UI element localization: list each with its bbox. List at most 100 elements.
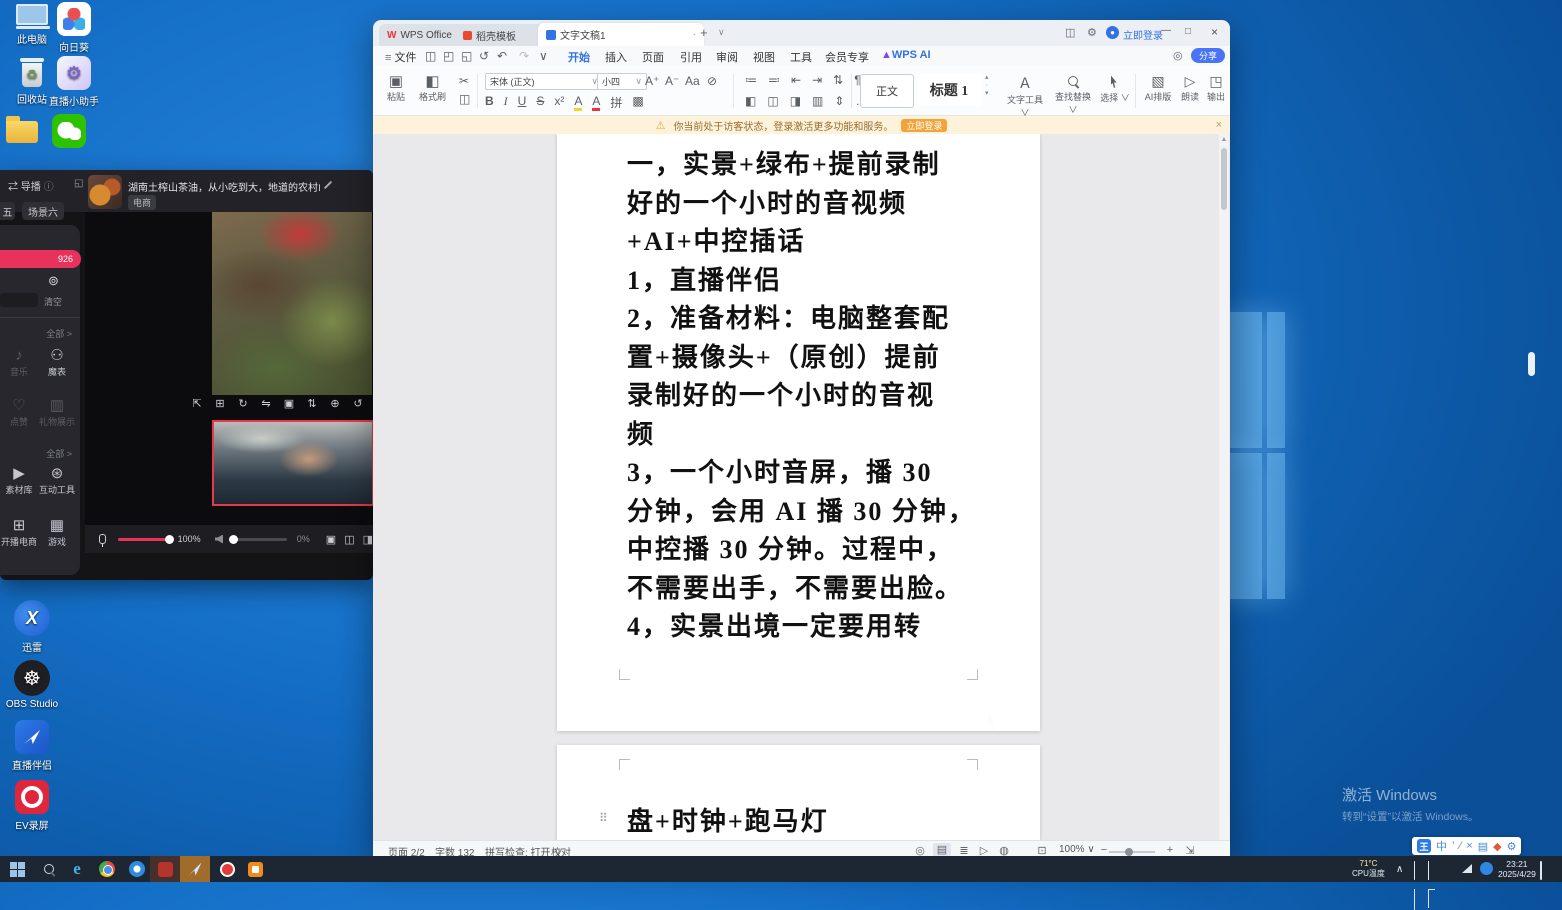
ime-logo-icon[interactable]: 王	[1417, 839, 1431, 853]
tab-docer[interactable]: 稻壳模板	[455, 24, 551, 46]
tool-magic[interactable]: ⚇ 魔表	[38, 347, 76, 378]
line-spacing-icon[interactable]: ⇕	[834, 94, 844, 108]
font-color-button[interactable]: A	[592, 94, 600, 111]
maximize-button[interactable]: □	[1185, 26, 1191, 37]
fullscreen-icon[interactable]: ⇱	[187, 397, 207, 410]
tool-media-library[interactable]: ▶ 素材库	[0, 465, 38, 496]
menu-insert[interactable]: 插入	[605, 49, 627, 65]
video-canvas[interactable]: ⇱ ⊞ ↻ ⇋ ▣ ⇅ ⊕ ↺	[85, 212, 373, 525]
tab-list-chevron[interactable]: ∨	[718, 27, 725, 38]
decrease-font-icon[interactable]: A⁻	[665, 74, 679, 88]
scroll-up-arrow[interactable]: ▲	[1219, 134, 1229, 146]
ime-toolbar[interactable]: 王 中 ’ ∕ × ▤ ◆ ⚙	[1412, 837, 1521, 855]
chat-input[interactable]	[0, 293, 38, 307]
align-center-icon[interactable]: ◫	[767, 94, 778, 108]
align-left-icon[interactable]: ◧	[745, 94, 756, 108]
tool-gift[interactable]: ▥ 礼物展示	[38, 397, 76, 428]
desktop-icon-xunlei[interactable]: X 迅雷	[2, 600, 62, 654]
tray-expand-chevron[interactable]: ∧	[1396, 864, 1403, 875]
indent-icon[interactable]: ⇥	[812, 73, 822, 87]
italic-button[interactable]: I	[504, 94, 508, 111]
menu-member[interactable]: 会员专享	[825, 49, 869, 65]
taskbar-browser360[interactable]	[122, 856, 152, 882]
scrollbar-thumb[interactable]	[1221, 148, 1227, 210]
ai-layout-button[interactable]: ▧ AI排版	[1141, 73, 1175, 103]
superscript-button[interactable]: x²	[554, 94, 564, 111]
increase-font-icon[interactable]: A⁺	[645, 74, 659, 88]
clear-format-icon[interactable]: ⊘	[707, 74, 717, 88]
undo-icon[interactable]: ↶	[497, 49, 507, 63]
panel-toggle-icon[interactable]: ◱	[74, 178, 83, 189]
pinyin-button[interactable]: 拼	[610, 94, 622, 111]
menu-page[interactable]: 页面	[642, 49, 664, 65]
text-direction-icon[interactable]: ⇅	[833, 73, 843, 87]
info-icon[interactable]: ⓘ	[44, 182, 54, 193]
taskbar-record-app[interactable]	[212, 856, 242, 882]
select-button[interactable]: 选择 ∨	[1099, 73, 1131, 104]
tool-game[interactable]: ▦ 游戏	[38, 517, 76, 548]
zoom-in-icon[interactable]: +	[1161, 844, 1179, 856]
all-link-1[interactable]: 全部 >	[30, 327, 72, 340]
video-source-selected[interactable]	[212, 420, 373, 506]
desktop-icon-wechat[interactable]	[52, 114, 86, 148]
settings-gear-icon[interactable]: ⚙	[1087, 26, 1097, 39]
text-tool-button[interactable]: Ａ 文字工具 ∨	[1005, 73, 1045, 119]
page-view-icon[interactable]: ▤	[933, 843, 951, 856]
tool-like[interactable]: ♡ 点赞	[0, 397, 38, 428]
tab-document[interactable]: 文字文稿1 ·	[538, 23, 704, 46]
align-right-icon[interactable]: ◨	[790, 94, 801, 108]
flip-icon[interactable]: ⇋	[256, 397, 276, 410]
style-normal[interactable]: 正文	[860, 74, 914, 108]
taskbar-chrome[interactable]	[92, 856, 122, 882]
menu-reference[interactable]: 引用	[680, 49, 702, 65]
notice-close-icon[interactable]: ×	[1216, 119, 1222, 131]
desktop-icon-remote[interactable]: 向日葵	[44, 2, 104, 54]
danmu-badge[interactable]: 926	[0, 250, 81, 268]
paste-button[interactable]: ▣ 粘贴	[387, 72, 405, 103]
notification-center-icon[interactable]	[1540, 862, 1542, 880]
reset-icon[interactable]: ↺	[348, 397, 368, 410]
tab-wps-home[interactable]: W WPS Office	[379, 24, 467, 46]
copy-icon[interactable]: ◫	[459, 92, 470, 106]
ime-handwrite-icon[interactable]: ∕	[1459, 840, 1461, 852]
zoom-slider[interactable]	[1109, 851, 1155, 853]
numbering-icon[interactable]: ≕	[768, 73, 780, 87]
taskbar-edge[interactable]: e	[62, 856, 92, 882]
bullets-icon[interactable]: ≔	[745, 73, 757, 87]
font-size-select[interactable]: 小四∨	[597, 73, 647, 90]
style-stepper[interactable]: ▴·▾	[985, 74, 989, 98]
share-button[interactable]: 分享	[1191, 48, 1225, 63]
minimize-button[interactable]: —	[1161, 25, 1171, 36]
bold-button[interactable]: B	[485, 94, 494, 111]
tool-interact[interactable]: ⊛ 互动工具	[38, 465, 76, 496]
director-nav[interactable]: ⇄ 导播 ⓘ	[8, 178, 54, 193]
redo-icon[interactable]: ↷	[519, 49, 529, 63]
login-link[interactable]: 立即登录	[1123, 27, 1163, 42]
document-area[interactable]: 一，实景+绿布+提前录制 好的一个小时的音视频 +AI+中控插话 1，直播伴侣 …	[373, 134, 1230, 840]
microphone-icon[interactable]	[99, 534, 106, 544]
tray-clock[interactable]: 23:21 2025/4/29	[1498, 859, 1536, 879]
edge-slide-handle[interactable]	[1528, 352, 1535, 376]
wps-titlebar[interactable]: W WPS Office 稻壳模板 文字文稿1 · + ∨ ◫ ⚙ ● 立即登录…	[373, 20, 1230, 46]
outdent-icon[interactable]: ⇤	[791, 73, 801, 87]
zoom-value[interactable]: 100% ∨	[1059, 844, 1095, 855]
history-icon[interactable]: ↺	[479, 49, 489, 63]
cut-icon[interactable]: ✂	[459, 74, 469, 88]
new-tab-button[interactable]: +	[700, 25, 708, 40]
rotate-icon[interactable]: ↻	[233, 397, 253, 410]
print-icon[interactable]: ◰	[443, 49, 454, 63]
read-aloud-button[interactable]: ▷ 朗读	[1177, 73, 1203, 103]
ime-punct-icon[interactable]: ’	[1452, 840, 1454, 852]
taskbar-red-app[interactable]	[150, 856, 180, 882]
format-painter-button[interactable]: ◧ 格式刷	[419, 72, 446, 103]
taskbar-search-button[interactable]	[34, 856, 64, 882]
taskbar-live-partner-active[interactable]	[180, 856, 210, 882]
font-name-select[interactable]: 宋体 (正文)∨	[485, 73, 603, 90]
tool-music[interactable]: ♪ 音乐	[0, 347, 38, 378]
ime-cut-icon[interactable]: ×	[1466, 840, 1472, 852]
document-page-1[interactable]: 一，实景+绿布+提前录制 好的一个小时的音视频 +AI+中控插话 1，直播伴侣 …	[557, 134, 1040, 731]
desktop-icon-live-partner[interactable]: 直播伴侣	[2, 720, 62, 772]
document-page-2[interactable]: ⠿ 盘+时钟+跑马灯	[557, 745, 1040, 840]
scene-tab-6[interactable]: 场景六	[22, 202, 64, 220]
paragraph-drag-handle[interactable]: ⠿	[599, 811, 608, 825]
